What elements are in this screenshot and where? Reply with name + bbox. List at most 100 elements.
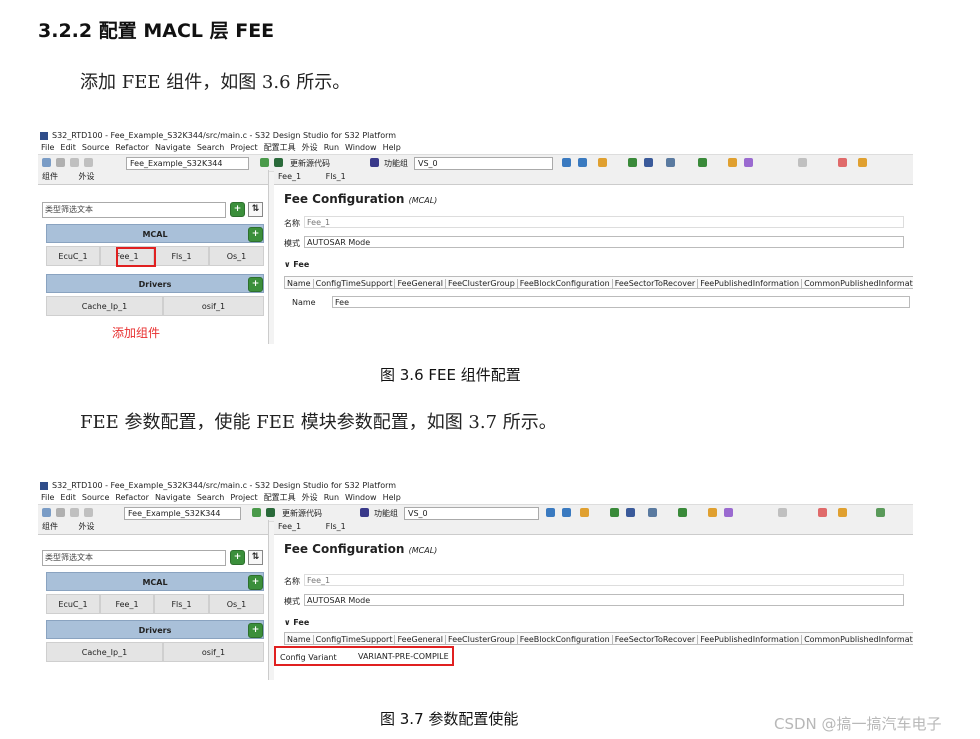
toolbar-icon-f[interactable] bbox=[648, 508, 657, 517]
col-commonpublishedinformation[interactable]: CommonPublishedInformation bbox=[802, 279, 913, 288]
component-fls[interactable]: Fls_1 bbox=[154, 594, 209, 614]
component-ecuc[interactable]: EcuC_1 bbox=[46, 594, 100, 614]
save-all-icon[interactable] bbox=[70, 158, 79, 167]
col-feegeneral[interactable]: FeeGeneral bbox=[395, 635, 447, 644]
menu-help[interactable]: Help bbox=[383, 143, 401, 152]
col-configtimesupport[interactable]: ConfigTimeSupport bbox=[313, 279, 396, 288]
col-feeclustergroup[interactable]: FeeClusterGroup bbox=[446, 279, 518, 288]
fee-section[interactable]: ∨ Fee bbox=[284, 618, 309, 627]
toolbar-icon-i[interactable] bbox=[744, 158, 753, 167]
toolbar-icon-l[interactable] bbox=[838, 508, 847, 517]
home-icon[interactable] bbox=[260, 158, 269, 167]
warning-icon[interactable] bbox=[274, 158, 283, 167]
menu-edit[interactable]: Edit bbox=[60, 493, 76, 502]
toolbar-icon-k[interactable] bbox=[818, 508, 827, 517]
menu-project[interactable]: Project bbox=[230, 493, 257, 502]
toolbar-icon-e[interactable] bbox=[644, 158, 653, 167]
filter-input[interactable]: 类型筛选文本 bbox=[42, 202, 226, 218]
toolbar-icon-i[interactable] bbox=[724, 508, 733, 517]
update-code-button[interactable]: 更新源代码 bbox=[290, 158, 330, 169]
component-cache-ip[interactable]: Cache_Ip_1 bbox=[46, 296, 163, 316]
tab-peripherals[interactable]: 外设 bbox=[79, 522, 95, 531]
project-combo[interactable]: Fee_Example_S32K344 bbox=[126, 157, 249, 170]
name-field[interactable]: Fee_1 bbox=[304, 574, 904, 586]
save-all-icon[interactable] bbox=[70, 508, 79, 517]
menu-help[interactable]: Help bbox=[383, 493, 401, 502]
col-commonpublishedinformation[interactable]: CommonPublishedInformation bbox=[802, 635, 913, 644]
toolbar-icon-d[interactable] bbox=[610, 508, 619, 517]
menu-source[interactable]: Source bbox=[82, 493, 109, 502]
col-feegeneral[interactable]: FeeGeneral bbox=[395, 279, 447, 288]
toolbar-icon-a[interactable] bbox=[562, 158, 571, 167]
new-icon[interactable] bbox=[42, 508, 51, 517]
save-icon[interactable] bbox=[56, 508, 65, 517]
home-icon[interactable] bbox=[252, 508, 261, 517]
tab-fee[interactable]: Fee_1 bbox=[278, 172, 301, 181]
save-icon[interactable] bbox=[56, 158, 65, 167]
warning-icon[interactable] bbox=[266, 508, 275, 517]
toolbar-icon-c[interactable] bbox=[580, 508, 589, 517]
toolbar-icon-k[interactable] bbox=[838, 158, 847, 167]
menu-source[interactable]: Source bbox=[82, 143, 109, 152]
function-group-combo[interactable]: VS_0 bbox=[404, 507, 539, 520]
mode-field[interactable]: AUTOSAR Mode bbox=[304, 594, 904, 606]
col-name[interactable]: Name bbox=[285, 279, 314, 288]
menu-search[interactable]: Search bbox=[197, 143, 224, 152]
menu-refactor[interactable]: Refactor bbox=[115, 143, 149, 152]
tab-components[interactable]: 组件 bbox=[42, 172, 58, 181]
toolbar-icon-f[interactable] bbox=[666, 158, 675, 167]
filter-input[interactable]: 类型筛选文本 bbox=[42, 550, 226, 566]
component-osif[interactable]: osif_1 bbox=[163, 642, 264, 662]
menu-config-tools[interactable]: 配置工具 bbox=[264, 143, 296, 152]
toolbar-icon-g[interactable] bbox=[698, 158, 707, 167]
component-os[interactable]: Os_1 bbox=[209, 246, 264, 266]
menu-config-tools[interactable]: 配置工具 bbox=[264, 493, 296, 502]
menu-navigate[interactable]: Navigate bbox=[155, 493, 191, 502]
toolbar-icon-a[interactable] bbox=[546, 508, 555, 517]
col-feepublishedinformation[interactable]: FeePublishedInformation bbox=[698, 279, 803, 288]
col-feepublishedinformation[interactable]: FeePublishedInformation bbox=[698, 635, 803, 644]
add-drivers-icon[interactable]: + bbox=[248, 277, 263, 292]
col-name[interactable]: Name bbox=[285, 635, 314, 644]
menu-search[interactable]: Search bbox=[197, 493, 224, 502]
component-osif[interactable]: osif_1 bbox=[163, 296, 264, 316]
component-os[interactable]: Os_1 bbox=[209, 594, 264, 614]
menu-run[interactable]: Run bbox=[324, 493, 339, 502]
col-feeblockconfiguration[interactable]: FeeBlockConfiguration bbox=[517, 279, 613, 288]
menu-refactor[interactable]: Refactor bbox=[115, 493, 149, 502]
col-configtimesupport[interactable]: ConfigTimeSupport bbox=[313, 635, 396, 644]
component-ecuc[interactable]: EcuC_1 bbox=[46, 246, 100, 266]
menu-peripherals[interactable]: 外设 bbox=[302, 143, 318, 152]
add-mcal-icon[interactable]: + bbox=[248, 575, 263, 590]
menu-edit[interactable]: Edit bbox=[60, 143, 76, 152]
toolbar-icon-g[interactable] bbox=[678, 508, 687, 517]
add-icon[interactable]: + bbox=[230, 202, 245, 217]
toolbar-icon-c[interactable] bbox=[598, 158, 607, 167]
fee-section[interactable]: ∨ Fee bbox=[284, 260, 309, 269]
tab-fee[interactable]: Fee_1 bbox=[278, 522, 301, 531]
col-feesectortorecover[interactable]: FeeSectorToRecover bbox=[612, 635, 699, 644]
add-icon[interactable]: + bbox=[230, 550, 245, 565]
toolbar-icon-h[interactable] bbox=[728, 158, 737, 167]
toolbar-icon-d[interactable] bbox=[628, 158, 637, 167]
menu-window[interactable]: Window bbox=[345, 143, 377, 152]
name-field[interactable]: Fee_1 bbox=[304, 216, 904, 228]
update-code-button[interactable]: 更新源代码 bbox=[282, 508, 322, 519]
sort-icon[interactable]: ⇅ bbox=[248, 202, 263, 217]
toolbar-icon-h[interactable] bbox=[708, 508, 717, 517]
tab-fls[interactable]: Fls_1 bbox=[326, 172, 346, 181]
col-feeblockconfiguration[interactable]: FeeBlockConfiguration bbox=[517, 635, 613, 644]
component-fls[interactable]: Fls_1 bbox=[154, 246, 209, 266]
menu-navigate[interactable]: Navigate bbox=[155, 143, 191, 152]
toolbar-icon-m[interactable] bbox=[876, 508, 885, 517]
component-cache-ip[interactable]: Cache_Ip_1 bbox=[46, 642, 163, 662]
col-feeclustergroup[interactable]: FeeClusterGroup bbox=[446, 635, 518, 644]
menu-peripherals[interactable]: 外设 bbox=[302, 493, 318, 502]
print-icon[interactable] bbox=[84, 158, 93, 167]
menu-run[interactable]: Run bbox=[324, 143, 339, 152]
toolbar-icon-j[interactable] bbox=[778, 508, 787, 517]
col-feesectortorecover[interactable]: FeeSectorToRecover bbox=[612, 279, 699, 288]
menu-file[interactable]: File bbox=[41, 143, 54, 152]
menu-window[interactable]: Window bbox=[345, 493, 377, 502]
mode-field[interactable]: AUTOSAR Mode bbox=[304, 236, 904, 248]
